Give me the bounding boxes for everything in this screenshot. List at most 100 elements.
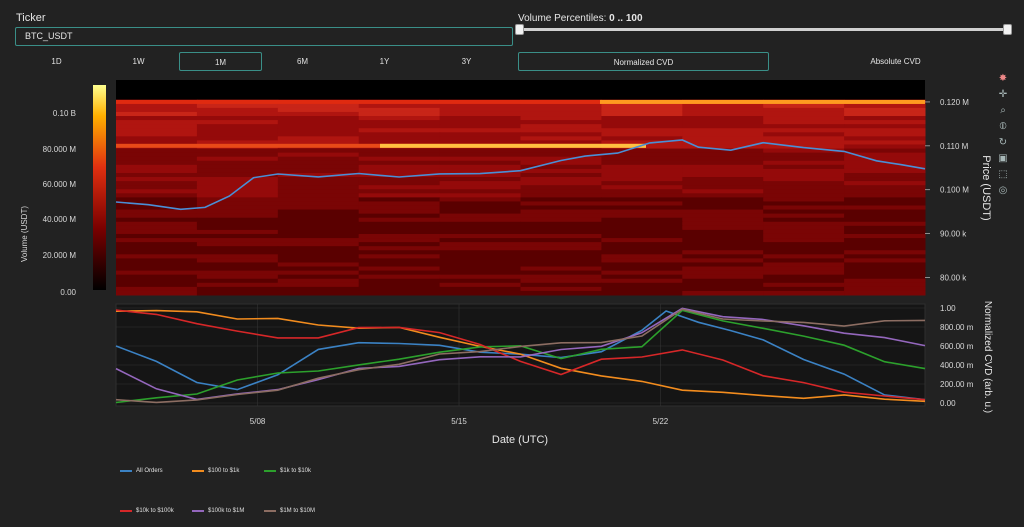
heatmap-cell xyxy=(601,266,683,272)
heatmap-cell xyxy=(439,221,521,227)
heatmap-cell xyxy=(116,258,198,263)
heatmap-cell xyxy=(196,274,279,280)
heatmap-cell xyxy=(520,120,602,125)
heatmap-cell xyxy=(277,266,360,272)
heatmap-cell xyxy=(682,193,764,198)
heatmap-cell xyxy=(116,209,198,215)
heatmap-cell xyxy=(601,290,683,296)
heatmap-cell xyxy=(439,193,521,198)
legend-swatch-icon xyxy=(120,470,132,472)
legend-item[interactable]: $1k to $10k xyxy=(264,468,311,474)
heatmap-cell xyxy=(439,181,521,186)
legend-item[interactable]: $1M to $10M xyxy=(264,508,315,514)
heatmap-cell xyxy=(196,286,279,292)
heatmap-cell xyxy=(196,164,279,170)
heatmap-cell xyxy=(601,111,683,117)
heatmap-cell xyxy=(844,217,926,223)
pan-icon[interactable]: ✛ xyxy=(997,89,1009,101)
heatmap-cell xyxy=(844,254,926,259)
heatmap-cell xyxy=(763,132,845,137)
heatmap-cell xyxy=(601,213,683,219)
heatmap-cell xyxy=(844,120,926,125)
colorbar-tick-label: 60.000 M xyxy=(43,180,77,189)
heatmap-cell xyxy=(763,229,845,235)
heatmap-cell xyxy=(116,225,198,231)
legend-item[interactable]: All Orders xyxy=(120,468,163,474)
heatmap-cell xyxy=(682,270,764,276)
heatmap-cell xyxy=(196,116,279,121)
heatmap-cell xyxy=(116,107,198,113)
legend-item[interactable]: $100 to $1k xyxy=(192,468,239,474)
heatmap-cell xyxy=(763,177,845,182)
hover-icon[interactable]: ⬚ xyxy=(997,169,1009,181)
heatmap-cell xyxy=(844,262,926,268)
heatmap-cell xyxy=(439,242,521,247)
heatmap-cell xyxy=(116,270,198,276)
heatmap-cell xyxy=(116,290,198,296)
heatmap-cell xyxy=(682,136,764,141)
heatmap-cell xyxy=(277,181,360,186)
heatmap-cell xyxy=(520,250,602,255)
heatmap-cell xyxy=(277,209,360,215)
heatmap-cell xyxy=(520,193,602,198)
heatmap-cell xyxy=(358,238,441,243)
heatmap-cell xyxy=(601,172,683,178)
heatmap-cell xyxy=(358,217,441,223)
price-tick-label: 0.100 M xyxy=(940,186,969,195)
heatmap-cell xyxy=(277,156,360,162)
heatmap-cell xyxy=(520,266,602,272)
zoom-icon[interactable]: ⌕ xyxy=(997,105,1009,117)
heatmap-cell xyxy=(601,181,683,186)
plotly-logo-icon[interactable]: ✸ xyxy=(997,73,1009,85)
heatmap-cell xyxy=(763,221,845,227)
heatmap-cell xyxy=(763,209,845,215)
heatmap-level-band xyxy=(600,99,925,104)
heatmap-cell xyxy=(116,286,198,292)
heatmap-cell xyxy=(196,221,279,227)
heatmap-cell xyxy=(763,197,845,202)
heatmap-cell xyxy=(196,177,279,182)
heatmap-cell xyxy=(277,111,360,117)
camera-icon[interactable]: ▣ xyxy=(997,153,1009,165)
heatmap-cell xyxy=(439,286,521,292)
heatmap-cell xyxy=(682,209,764,215)
price-tick-label: 80.00 k xyxy=(940,273,967,282)
cvd-tick-label: 1.00 xyxy=(940,304,956,313)
heatmap-cell xyxy=(682,250,764,255)
heatmap-cell xyxy=(763,164,845,170)
lasso-icon[interactable]: ⦶ xyxy=(997,121,1009,133)
heatmap-cell xyxy=(763,258,845,263)
heatmap-cell xyxy=(520,197,602,202)
heatmap-cell xyxy=(520,278,602,284)
x-tick-label: 5/15 xyxy=(451,417,467,426)
heatmap-cell xyxy=(520,168,602,174)
legend-item[interactable]: $100k to $1M xyxy=(192,508,244,514)
heatmap-cell xyxy=(277,107,360,113)
legend-label: $100k to $1M xyxy=(208,508,245,514)
heatmap-cell xyxy=(196,132,279,137)
heatmap-cell xyxy=(277,213,360,219)
heatmap-cell xyxy=(116,193,198,198)
heatmap-cell xyxy=(520,181,602,186)
heatmap-cell xyxy=(358,221,441,227)
heatmap-cell xyxy=(358,124,441,129)
heatmap-cell xyxy=(601,148,683,154)
heatmap-cell xyxy=(520,136,602,141)
heatmap-cell xyxy=(601,201,683,207)
heatmap-cell xyxy=(601,185,683,190)
heatmap-cell xyxy=(116,221,198,227)
spike-icon[interactable]: ◎ xyxy=(997,185,1009,197)
heatmap-cell xyxy=(116,262,198,268)
heatmap-cell xyxy=(116,164,198,170)
heatmap-cell xyxy=(196,250,279,255)
legend: All Orders $100 to $1k $1k to $10k $10k to … xyxy=(120,468,420,518)
heatmap-cell xyxy=(439,152,521,158)
reset-icon[interactable]: ↻ xyxy=(997,137,1009,149)
heatmap-cell xyxy=(116,254,198,259)
heatmap-cell xyxy=(277,290,360,296)
heatmap-cell xyxy=(844,148,926,154)
colorbar-tick-label: 20.000 M xyxy=(43,251,77,260)
heatmap-cell xyxy=(844,274,926,280)
heatmap-cell xyxy=(844,193,926,198)
legend-item[interactable]: $10k to $100k xyxy=(120,508,174,514)
